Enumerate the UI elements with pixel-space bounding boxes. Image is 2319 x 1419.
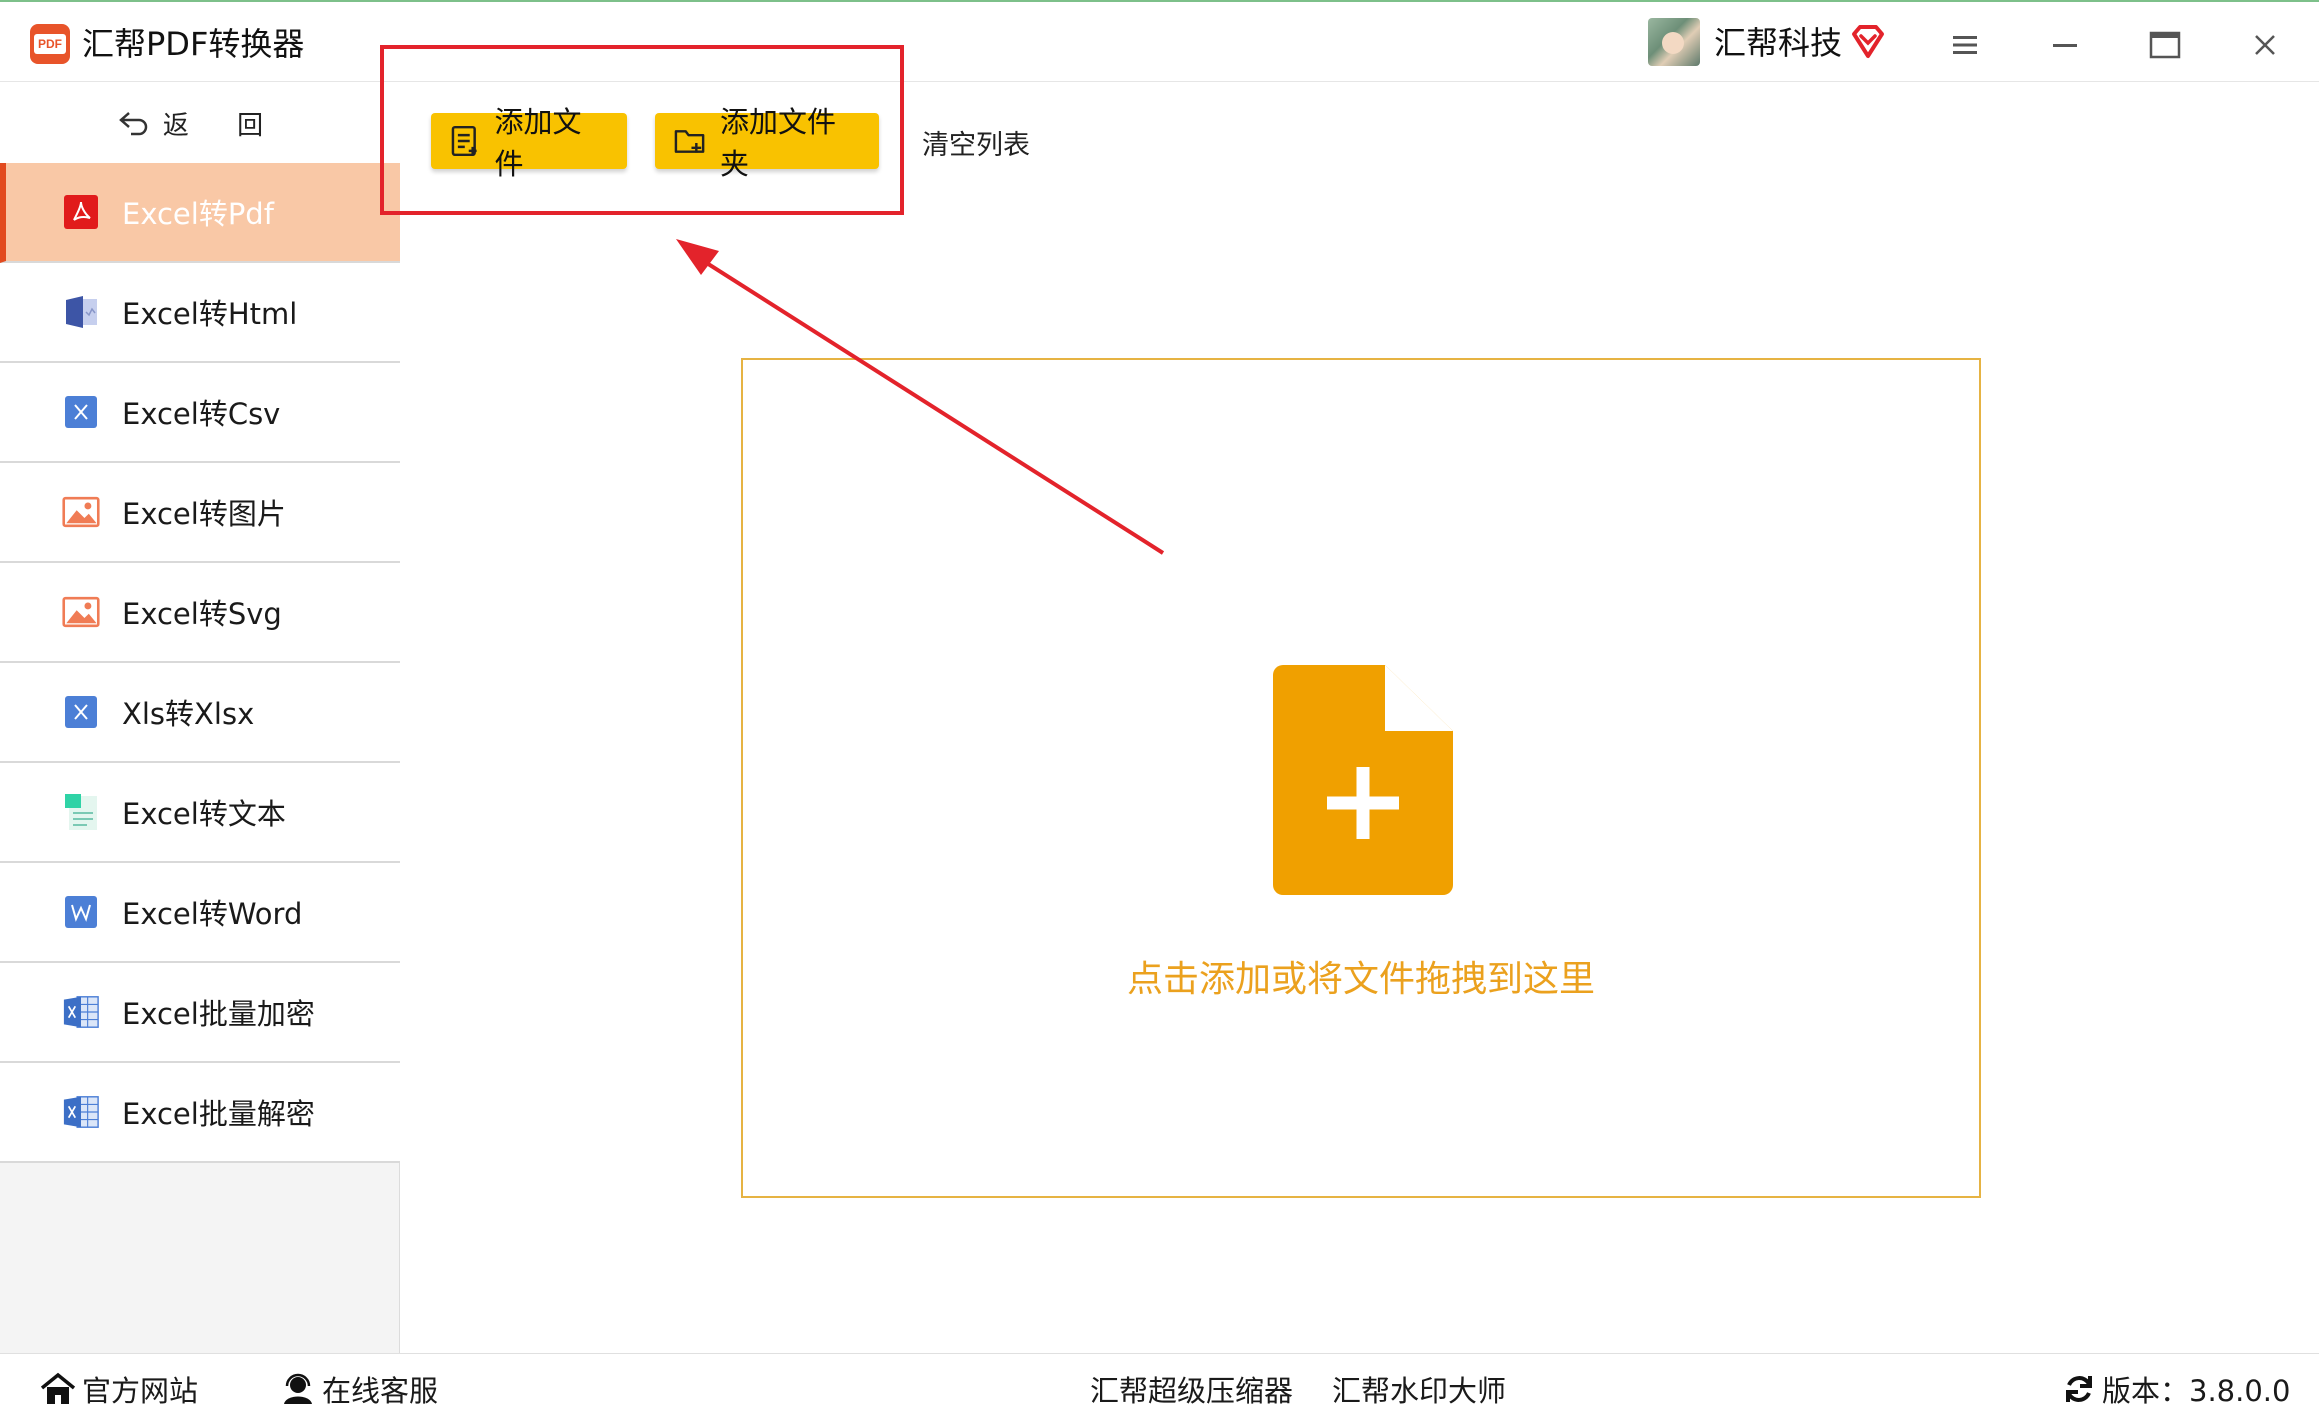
- excel-grid-icon: [62, 1093, 100, 1131]
- sidebar-item-label: Excel转图片: [122, 497, 286, 531]
- sidebar-item-excel-batch-decrypt[interactable]: Excel批量解密: [0, 1063, 400, 1163]
- add-folder-label: 添加文件夹: [720, 105, 837, 181]
- app-title: 汇帮PDF转换器: [82, 25, 305, 63]
- online-support-link[interactable]: 在线客服: [280, 1368, 438, 1410]
- clear-list-button[interactable]: 清空列表: [922, 123, 1030, 162]
- sidebar-item-label: Excel转Svg: [122, 597, 282, 631]
- close-icon[interactable]: [2242, 22, 2288, 68]
- watermark-link[interactable]: 汇帮水印大师: [1332, 1368, 1506, 1410]
- dropzone-hint: 点击添加或将文件拖拽到这里: [1126, 959, 1595, 1000]
- refresh-icon: [2066, 1376, 2092, 1402]
- csv-icon: [62, 393, 100, 431]
- excel-grid-icon: [62, 993, 100, 1031]
- online-support-label: 在线客服: [322, 1374, 439, 1408]
- add-file-button[interactable]: 添加文件: [431, 105, 627, 181]
- html-icon: [62, 293, 100, 331]
- sidebar: 返 回 Excel转Pdf Excel转Html Excel转Csv Excel…: [0, 83, 400, 1353]
- add-file-label: 添加文件: [494, 105, 582, 181]
- sidebar-item-excel-to-image[interactable]: Excel转图片: [0, 463, 400, 563]
- excel-icon: [62, 693, 100, 731]
- title-bar: PDF 汇帮PDF转换器 汇帮科技: [0, 0, 2319, 82]
- maximize-icon[interactable]: [2142, 22, 2188, 68]
- file-dropzone[interactable]: 点击添加或将文件拖拽到这里: [741, 358, 1981, 1198]
- text-icon: [62, 793, 100, 831]
- sidebar-nav: Excel转Pdf Excel转Html Excel转Csv Excel转图片 …: [0, 163, 400, 1163]
- add-folder-button[interactable]: 添加文件夹: [655, 105, 879, 181]
- sidebar-item-label: Xls转Xlsx: [122, 697, 255, 731]
- sidebar-item-excel-to-text[interactable]: Excel转文本: [0, 763, 400, 863]
- compressor-link[interactable]: 汇帮超级压缩器: [1090, 1368, 1293, 1410]
- back-label: 返 回: [162, 110, 284, 141]
- sidebar-item-excel-to-word[interactable]: Excel转Word: [0, 863, 400, 963]
- sidebar-item-label: Excel批量加密: [122, 997, 315, 1031]
- sidebar-item-label: Excel转Csv: [122, 397, 281, 431]
- back-button[interactable]: 返 回: [0, 83, 400, 163]
- app-logo-icon: PDF: [30, 24, 70, 64]
- footer-bar: 官方网站 在线客服 汇帮超级压缩器 汇帮水印大师 版本：3.8.0.0: [0, 1353, 2319, 1419]
- sidebar-item-excel-batch-encrypt[interactable]: Excel批量加密: [0, 963, 400, 1063]
- sidebar-item-label: Excel转Pdf: [122, 197, 274, 231]
- sidebar-item-excel-to-csv[interactable]: Excel转Csv: [0, 363, 400, 463]
- sidebar-item-label: Excel转Html: [122, 297, 298, 331]
- official-website-label: 官方网站: [82, 1374, 199, 1408]
- sidebar-item-label: Excel转文本: [122, 797, 286, 831]
- minimize-icon[interactable]: [2042, 22, 2088, 68]
- main-panel: 添加文件 添加文件夹 清空列表 点击添加或将文件拖拽到这里: [380, 45, 2319, 1353]
- image-icon: [62, 593, 100, 631]
- avatar[interactable]: [1648, 18, 1700, 66]
- app-logo-text: PDF: [34, 34, 66, 54]
- back-arrow-icon: [118, 112, 148, 136]
- version-label: 版本：3.8.0.0: [2102, 1374, 2291, 1408]
- sidebar-item-excel-to-html[interactable]: Excel转Html: [0, 263, 400, 363]
- add-file-icon: [451, 125, 477, 157]
- sidebar-item-excel-to-pdf[interactable]: Excel转Pdf: [0, 163, 400, 263]
- word-icon: [62, 893, 100, 931]
- sidebar-item-label: Excel批量解密: [122, 1097, 315, 1131]
- image-icon: [62, 493, 100, 531]
- sidebar-item-excel-to-svg[interactable]: Excel转Svg: [0, 563, 400, 663]
- official-website-link[interactable]: 官方网站: [40, 1368, 198, 1410]
- pdf-icon: [62, 193, 100, 231]
- home-icon: [40, 1372, 76, 1404]
- user-name[interactable]: 汇帮科技: [1714, 22, 1842, 64]
- menu-icon[interactable]: [1942, 22, 1988, 68]
- add-document-icon: [1273, 665, 1453, 899]
- vip-diamond-icon[interactable]: [1848, 22, 1888, 62]
- add-folder-icon: [674, 130, 705, 153]
- support-agent-icon: [284, 1373, 312, 1404]
- sidebar-item-label: Excel转Word: [122, 897, 303, 931]
- version-info[interactable]: 版本：3.8.0.0: [2062, 1368, 2290, 1410]
- sidebar-item-xls-to-xlsx[interactable]: Xls转Xlsx: [0, 663, 400, 763]
